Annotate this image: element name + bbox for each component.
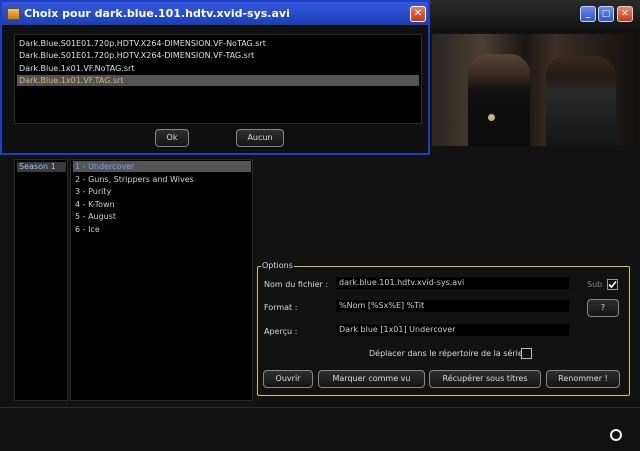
subtitle-file-item[interactable]: Dark.Blue.1x01.VF.TAG.srt bbox=[17, 75, 419, 86]
subtitle-file-item[interactable]: Dark.Blue.S01E01.720p.HDTV.X264-DIMENSIO… bbox=[17, 50, 419, 61]
preview-label: Aperçu : bbox=[264, 327, 298, 336]
sub-checkbox[interactable] bbox=[607, 279, 618, 290]
maximize-button[interactable]: □ bbox=[598, 6, 614, 22]
rename-button[interactable]: Renommer ! bbox=[546, 370, 620, 388]
fetch-subtitles-button[interactable]: Récupérer sous titres bbox=[429, 370, 541, 388]
episode-list[interactable]: 1 - Undercover 2 - Guns, Strippers and W… bbox=[70, 159, 253, 401]
loading-spinner-icon bbox=[610, 429, 622, 441]
main-close-button[interactable]: ✕ bbox=[617, 6, 633, 22]
season-item[interactable]: Season 1 bbox=[17, 162, 66, 172]
episode-item[interactable]: 6 - Ice bbox=[73, 224, 251, 235]
format-field[interactable]: %Nom [%Sx%E] %Tit bbox=[336, 300, 569, 312]
filename-label: Nom du fichier : bbox=[264, 280, 329, 289]
episode-item[interactable]: 4 - K-Town bbox=[73, 199, 251, 210]
format-help-button[interactable]: ? bbox=[587, 299, 619, 317]
season-list[interactable]: Season 1 bbox=[14, 159, 68, 401]
ok-button[interactable]: Ok bbox=[155, 129, 189, 147]
poster-person-right bbox=[546, 56, 616, 146]
app-icon bbox=[7, 8, 20, 20]
move-to-series-folder-label: Déplacer dans le répertoire de la série bbox=[369, 349, 523, 358]
mark-as-seen-button[interactable]: Marquer comme vu bbox=[318, 370, 425, 388]
poster-person-left bbox=[468, 54, 530, 146]
subtitle-choice-dialog: Choix pour dark.blue.101.hdtv.xvid-sys.a… bbox=[0, 0, 430, 155]
subtitle-file-item[interactable]: Dark.Blue.1x01.VF.NoTAG.srt bbox=[17, 63, 419, 74]
episode-item[interactable]: 5 - August bbox=[73, 211, 251, 222]
status-divider bbox=[0, 407, 640, 408]
close-icon: ✕ bbox=[413, 8, 423, 19]
dialog-title-bar: Choix pour dark.blue.101.hdtv.xvid-sys.a… bbox=[2, 2, 428, 25]
minimize-button[interactable]: _ bbox=[580, 6, 596, 22]
filename-field[interactable]: dark.blue.101.hdtv.xvid-sys.avi bbox=[336, 277, 569, 289]
sub-label: Sub bbox=[587, 280, 603, 289]
subtitle-file-item[interactable]: Dark.Blue.S01E01.720p.HDTV.X264-DIMENSIO… bbox=[17, 38, 419, 49]
show-poster-image bbox=[432, 34, 638, 146]
format-label: Format : bbox=[264, 303, 298, 312]
none-button[interactable]: Aucun bbox=[236, 129, 284, 147]
checkmark-icon bbox=[608, 280, 617, 289]
subtitle-file-list[interactable]: Dark.Blue.S01E01.720p.HDTV.X264-DIMENSIO… bbox=[14, 34, 422, 124]
episode-item[interactable]: 1 - Undercover bbox=[73, 161, 251, 172]
options-legend: Options bbox=[261, 261, 294, 270]
episode-item[interactable]: 2 - Guns, Strippers and Wives bbox=[73, 174, 251, 185]
dialog-close-button[interactable]: ✕ bbox=[410, 6, 426, 22]
close-icon: ✕ bbox=[621, 9, 629, 19]
move-to-series-folder-checkbox[interactable] bbox=[521, 348, 532, 359]
minimize-icon: _ bbox=[585, 9, 591, 19]
open-button[interactable]: Ouvrir bbox=[263, 370, 313, 388]
dialog-title: Choix pour dark.blue.101.hdtv.xvid-sys.a… bbox=[24, 7, 290, 20]
preview-field: Dark blue [1x01] Undercover bbox=[336, 324, 569, 336]
episode-item[interactable]: 3 - Purity bbox=[73, 186, 251, 197]
poster-badge bbox=[488, 114, 495, 121]
maximize-icon: □ bbox=[601, 9, 611, 19]
